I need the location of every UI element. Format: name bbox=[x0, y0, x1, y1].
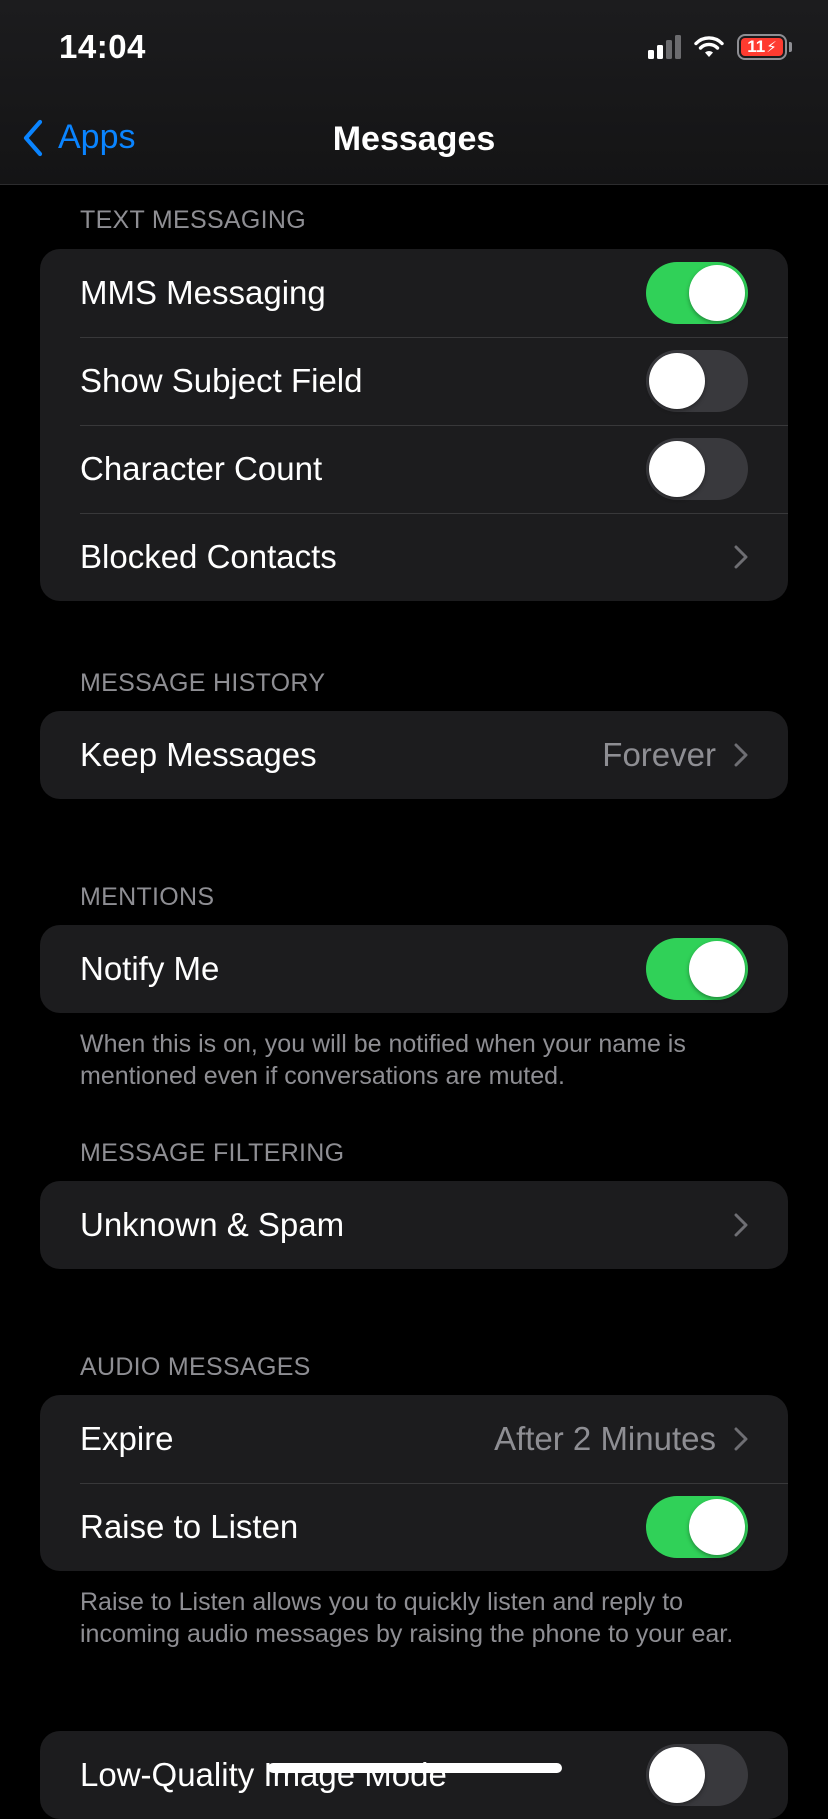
group-message-filtering: Unknown & Spam bbox=[40, 1181, 788, 1269]
row-label: MMS Messaging bbox=[80, 274, 326, 311]
group-text-messaging: MMS Messaging Show Subject Field Charact… bbox=[40, 249, 788, 601]
row-label: Low-Quality Image Mode bbox=[80, 1756, 447, 1793]
unknown-spam-row[interactable]: Unknown & Spam bbox=[40, 1181, 788, 1269]
mms-messaging-toggle[interactable] bbox=[646, 262, 748, 324]
row-label: Notify Me bbox=[80, 950, 220, 987]
chevron-right-icon bbox=[734, 743, 748, 767]
status-icons: 11 ⚡ bbox=[648, 34, 792, 60]
group-mentions: Notify Me bbox=[40, 925, 788, 1013]
row-value: Forever bbox=[602, 736, 716, 773]
mentions-footer-text: When this is on, you will be notified wh… bbox=[80, 1030, 686, 1090]
wifi-icon bbox=[694, 36, 724, 57]
notify-me-toggle[interactable] bbox=[646, 938, 748, 1000]
section-header-text-messaging: TEXT MESSAGING bbox=[80, 206, 307, 234]
show-subject-field-toggle[interactable] bbox=[646, 350, 748, 412]
section-header-message-history: MESSAGE HISTORY bbox=[80, 669, 326, 697]
keep-messages-row[interactable]: Keep Messages Forever bbox=[40, 711, 788, 799]
row-value: After 2 Minutes bbox=[494, 1420, 716, 1457]
group-message-history: Keep Messages Forever bbox=[40, 711, 788, 799]
battery-level: 11 bbox=[747, 37, 766, 56]
chevron-right-icon bbox=[734, 1213, 748, 1237]
status-time: 14:04 bbox=[59, 28, 146, 65]
blocked-contacts-row[interactable]: Blocked Contacts bbox=[40, 513, 788, 601]
row-label: Unknown & Spam bbox=[80, 1206, 345, 1243]
row-low-quality-image-mode: Low-Quality Image Mode bbox=[40, 1731, 788, 1819]
raise-to-listen-toggle[interactable] bbox=[646, 1496, 748, 1558]
section-header-audio-messages: AUDIO MESSAGES bbox=[80, 1353, 311, 1381]
group-audio-messages: Expire After 2 Minutes Raise to Listen bbox=[40, 1395, 788, 1571]
row-character-count: Character Count bbox=[40, 425, 788, 513]
audio-messages-footer-text: Raise to Listen allows you to quickly li… bbox=[80, 1588, 734, 1648]
page-title: Messages bbox=[332, 120, 496, 158]
chevron-right-icon bbox=[734, 545, 748, 569]
row-raise-to-listen: Raise to Listen bbox=[40, 1483, 788, 1571]
group-low-quality: Low-Quality Image Mode bbox=[40, 1731, 788, 1819]
row-label: Raise to Listen bbox=[80, 1508, 299, 1545]
low-quality-image-mode-toggle[interactable] bbox=[646, 1744, 748, 1806]
character-count-toggle[interactable] bbox=[646, 438, 748, 500]
row-label: Blocked Contacts bbox=[80, 538, 337, 575]
chevron-right-icon bbox=[734, 1427, 748, 1451]
row-notify-me: Notify Me bbox=[40, 925, 788, 1013]
battery-charging-icon: 11 ⚡ bbox=[737, 34, 787, 60]
cellular-signal-icon bbox=[648, 35, 681, 59]
section-header-mentions: MENTIONS bbox=[80, 883, 215, 911]
row-label: Character Count bbox=[80, 450, 323, 487]
section-header-message-filtering: MESSAGE FILTERING bbox=[80, 1139, 345, 1167]
row-label: Expire bbox=[80, 1420, 174, 1457]
row-label: Show Subject Field bbox=[80, 362, 363, 399]
row-show-subject-field: Show Subject Field bbox=[40, 337, 788, 425]
row-label: Keep Messages bbox=[80, 736, 317, 773]
expire-row[interactable]: Expire After 2 Minutes bbox=[40, 1395, 788, 1483]
navigation-bar: 14:04 11 ⚡ Apps Messages bbox=[0, 0, 828, 185]
home-indicator[interactable] bbox=[268, 1763, 562, 1773]
row-mms-messaging: MMS Messaging bbox=[40, 249, 788, 337]
